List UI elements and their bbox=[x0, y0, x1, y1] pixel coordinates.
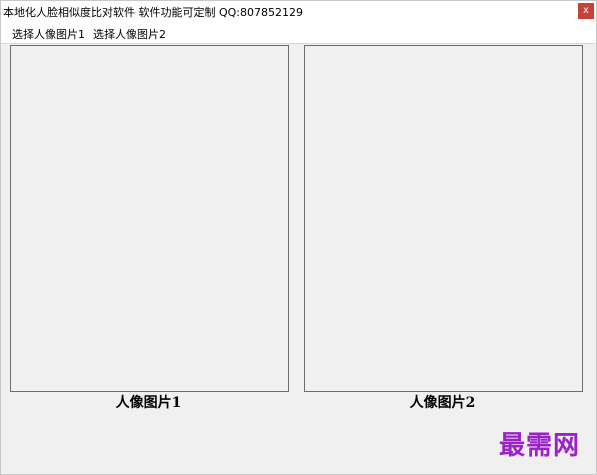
menu-select-image-2[interactable]: 选择人像图片2 bbox=[93, 26, 166, 42]
image-panel-2 bbox=[304, 45, 583, 392]
menu-select-image-1[interactable]: 选择人像图片1 bbox=[12, 26, 85, 42]
close-button[interactable]: x bbox=[578, 3, 594, 19]
menu-bar: 选择人像图片1 选择人像图片2 bbox=[1, 23, 596, 44]
image-caption-2: 人像图片2 bbox=[409, 395, 476, 411]
window-title: 本地化人脸相似度比对软件 软件功能可定制 QQ:807852129 bbox=[3, 6, 304, 19]
app-window: 本地化人脸相似度比对软件 软件功能可定制 QQ:807852129 x 选择人像… bbox=[0, 0, 597, 475]
watermark-logo: 最需网 bbox=[498, 431, 580, 461]
image-panel-1 bbox=[10, 45, 289, 392]
image-caption-1: 人像图片1 bbox=[115, 395, 182, 411]
close-icon: x bbox=[583, 5, 589, 16]
title-bar[interactable]: 本地化人脸相似度比对软件 软件功能可定制 QQ:807852129 x bbox=[1, 1, 596, 23]
